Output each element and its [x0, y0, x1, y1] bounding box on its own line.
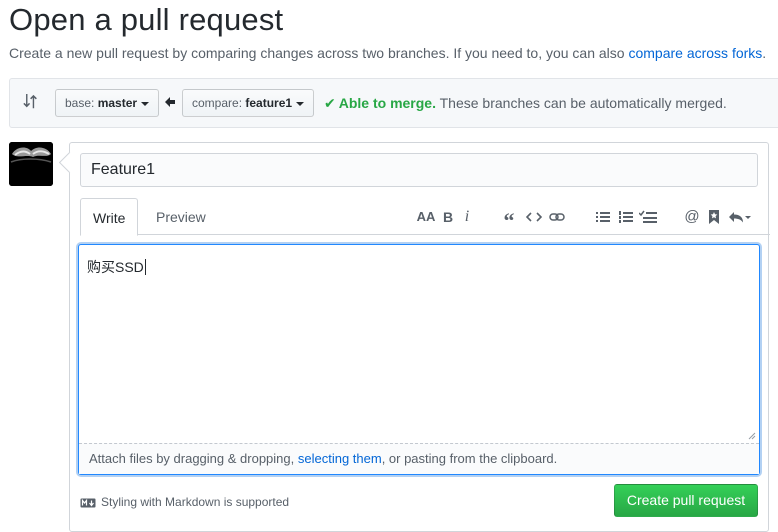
markdown-support-text: Styling with Markdown is supported: [101, 495, 290, 509]
header-icon[interactable]: AA: [416, 209, 436, 225]
reply-icon[interactable]: [728, 209, 752, 225]
page-title: Open a pull request: [9, 2, 284, 37]
mention-icon[interactable]: @: [684, 209, 700, 225]
compare-branch-select[interactable]: compare: feature1: [182, 89, 315, 117]
merge-status-message: These branches can be automatically merg…: [435, 95, 727, 111]
pr-body-value: 购买SSD: [87, 259, 144, 275]
italic-icon[interactable]: i: [462, 209, 472, 225]
markdown-support-note[interactable]: Styling with Markdown is supported: [80, 495, 289, 509]
compare-across-forks-link[interactable]: compare across forks: [628, 45, 762, 61]
ordered-list-icon[interactable]: [619, 209, 633, 225]
check-icon: ✔: [324, 95, 336, 111]
file-attach-bar[interactable]: Attach files by dragging & dropping, sel…: [79, 443, 759, 474]
branch-range-bar: base: master compare: feature1 ✔ Able to …: [9, 78, 778, 128]
base-branch-select[interactable]: base: master: [55, 89, 160, 117]
markdown-icon: [80, 498, 96, 508]
editor-tabs: Write Preview AA B i “ @: [80, 198, 770, 236]
compare-branch-name: feature1: [245, 96, 293, 110]
merge-status: ✔ Able to merge. These branches can be au…: [324, 95, 727, 112]
arrow-left-icon: [165, 97, 175, 107]
avatar-image: [9, 142, 53, 186]
compare-arrows-icon: [23, 94, 37, 109]
base-prefix: base:: [65, 96, 95, 110]
file-attach-text-end: , or pasting from the clipboard.: [381, 451, 558, 466]
page-description-end: .: [762, 45, 767, 61]
select-files-link[interactable]: selecting them: [298, 451, 382, 466]
pr-title-input[interactable]: [80, 153, 758, 187]
code-icon[interactable]: [526, 209, 542, 225]
chevron-down-icon: [296, 101, 305, 106]
page-description: Create a new pull request by comparing c…: [9, 45, 766, 61]
tab-write[interactable]: Write: [80, 198, 139, 236]
quote-icon[interactable]: “: [502, 209, 516, 233]
file-attach-text: Attach files by dragging & dropping,: [89, 451, 298, 466]
task-list-icon[interactable]: [639, 209, 657, 225]
compare-prefix: compare:: [192, 96, 243, 110]
resize-grip-icon[interactable]: [748, 432, 756, 440]
chevron-down-icon: [141, 101, 150, 106]
link-icon[interactable]: [549, 209, 565, 225]
create-pull-request-button[interactable]: Create pull request: [614, 484, 758, 517]
avatar[interactable]: [9, 142, 53, 186]
tab-preview[interactable]: Preview: [144, 198, 218, 235]
bold-icon[interactable]: B: [442, 209, 454, 225]
unordered-list-icon[interactable]: [596, 209, 610, 225]
text-cursor: [144, 259, 146, 275]
pr-body-textarea[interactable]: 购买SSD Attach files by dragging & droppin…: [78, 244, 760, 475]
base-branch-name: master: [97, 96, 138, 110]
page-description-text: Create a new pull request by comparing c…: [9, 45, 629, 61]
pr-body-text: 购买SSD: [87, 257, 146, 277]
reference-icon[interactable]: [708, 209, 720, 225]
merge-status-label: Able to merge.: [338, 95, 436, 111]
